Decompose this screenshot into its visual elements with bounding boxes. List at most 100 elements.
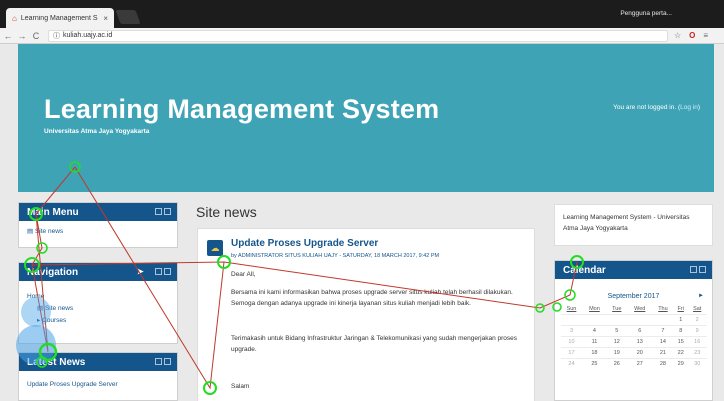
- dock-icon[interactable]: [155, 358, 162, 365]
- calendar-day[interactable]: [627, 314, 653, 326]
- browser-menu-icon[interactable]: ≡: [703, 31, 708, 40]
- calendar-day[interactable]: 15: [673, 336, 688, 348]
- calendar-day[interactable]: 26: [606, 358, 628, 370]
- opera-icon[interactable]: O: [689, 31, 695, 40]
- calendar-day-header: Mon: [589, 306, 600, 312]
- calendar-day[interactable]: [582, 314, 607, 326]
- calendar-day[interactable]: 29: [673, 358, 688, 370]
- calendar-title: Calendar: [563, 264, 606, 276]
- calendar-week: 3456789: [560, 325, 707, 337]
- login-close: ): [697, 104, 700, 111]
- dock-icon[interactable]: [155, 208, 162, 215]
- calendar-day[interactable]: 19: [606, 347, 628, 359]
- post-closing: Salam: [231, 383, 250, 390]
- calendar-day[interactable]: 16: [687, 336, 707, 348]
- login-link[interactable]: Log in: [680, 104, 698, 111]
- browser-profile[interactable]: Pengguna perta...: [620, 10, 672, 17]
- calendar-day[interactable]: [652, 314, 674, 326]
- calendar-day[interactable]: 17: [560, 347, 583, 359]
- calendar-month[interactable]: September 2017: [608, 293, 660, 300]
- calendar-week: 10 11 12 13 14 15 16: [560, 336, 707, 348]
- calendar-day[interactable]: 13: [627, 336, 653, 348]
- calendar-day[interactable]: 23: [687, 347, 707, 359]
- nav-item-site-news[interactable]: Site news: [45, 305, 73, 312]
- latest-news-title: Latest News: [27, 356, 86, 368]
- back-icon[interactable]: ←: [2, 31, 14, 41]
- dock-icon[interactable]: [155, 268, 162, 275]
- calendar-day[interactable]: 21: [652, 347, 674, 359]
- bookmark-star-icon[interactable]: ☆: [674, 31, 681, 40]
- url-field[interactable]: ⓘ kuliah.uajy.ac.id: [48, 29, 668, 42]
- calendar-block: Calendar September 2017 ► Sun Mon Tue Wed Th…: [554, 260, 713, 401]
- post-paragraph: Terimakasih untuk Bidang Infrastruktur J…: [231, 335, 518, 353]
- collapse-icon[interactable]: [699, 266, 706, 273]
- calendar-day[interactable]: 6: [627, 325, 653, 337]
- calendar-day[interactable]: 11: [582, 336, 607, 348]
- latest-news-block: Latest News Update Proses Upgrade Server: [18, 352, 178, 401]
- news-post: ☁ Update Proses Upgrade Server by ADMINI…: [197, 228, 535, 401]
- calendar-week: 17 18 19 20 21 22 23: [560, 347, 707, 359]
- calendar-day-header: Tue: [612, 306, 622, 312]
- calendar-day[interactable]: 28: [652, 358, 674, 370]
- browser-tab[interactable]: ⌂ Learning Management S ×: [6, 8, 114, 28]
- calendar-day-header: Wed: [634, 306, 646, 312]
- site-subtitle: Universitas Atma Jaya Yogyakarta: [44, 128, 150, 135]
- site-news-icon: ▤: [27, 228, 35, 235]
- url-text: kuliah.uajy.ac.id: [63, 32, 113, 39]
- calendar-day[interactable]: 14: [652, 336, 674, 348]
- latest-news-header: Latest News: [19, 353, 177, 371]
- calendar-day[interactable]: 12: [606, 336, 628, 348]
- post-greeting: Dear All,: [231, 271, 256, 278]
- site-news-heading: Site news: [196, 204, 257, 220]
- navigation-title: Navigation: [27, 266, 79, 278]
- navigation-block: Navigation ➤ Home ▤ Site news ▸ Courses: [18, 262, 178, 344]
- main-menu-title: Main Menu: [27, 206, 79, 218]
- collapse-icon[interactable]: [164, 358, 171, 365]
- calendar-day[interactable]: 27: [627, 358, 653, 370]
- calendar-day[interactable]: 18: [582, 347, 607, 359]
- calendar-day[interactable]: [560, 314, 583, 326]
- calendar-day[interactable]: 5: [606, 325, 628, 337]
- next-month-icon[interactable]: ►: [698, 293, 704, 299]
- calendar-grid: Sun Mon Tue Wed Thu Fri Sat 1 2 3 4 5 6 7 8 9 10 11 12 13 1…: [560, 304, 707, 370]
- site-info-block: Learning Management System - Universitas…: [554, 204, 713, 246]
- calendar-day-header: Thu: [658, 306, 668, 312]
- calendar-day[interactable]: 20: [627, 347, 653, 359]
- calendar-day[interactable]: 22: [673, 347, 688, 359]
- calendar-header: Calendar: [555, 261, 712, 279]
- forward-icon[interactable]: →: [16, 31, 28, 41]
- browser-tab-bar: ⌂ Learning Management S × Pengguna perta…: [0, 0, 724, 28]
- calendar-week: 24 25 26 27 28 29 30: [560, 358, 707, 370]
- calendar-day[interactable]: 30: [687, 358, 707, 370]
- calendar-day-header: Sun: [566, 306, 577, 312]
- calendar-day[interactable]: 3: [560, 325, 583, 337]
- calendar-day[interactable]: [606, 314, 628, 326]
- post-paragraph: Bersama ini kami informasikan bahwa pros…: [231, 289, 513, 307]
- collapse-icon[interactable]: [164, 268, 171, 275]
- calendar-day[interactable]: 10: [560, 336, 583, 348]
- calendar-day[interactable]: 9: [687, 325, 707, 337]
- calendar-day[interactable]: 4: [582, 325, 607, 337]
- collapse-icon[interactable]: [164, 208, 171, 215]
- calendar-day[interactable]: 2: [687, 314, 707, 326]
- post-meta: by ADMINISTRATOR SITUS KULIAH UAJY - SAT…: [231, 253, 440, 259]
- latest-news-item[interactable]: Update Proses Upgrade Server: [27, 381, 118, 388]
- main-menu-item-site-news[interactable]: Site news: [35, 228, 63, 235]
- login-text: You are not logged in. (: [613, 104, 681, 111]
- calendar-day[interactable]: 7: [652, 325, 674, 337]
- dock-icon[interactable]: [690, 266, 697, 273]
- calendar-day[interactable]: 8: [673, 325, 688, 337]
- calendar-day[interactable]: 24: [560, 358, 583, 370]
- calendar-day-header: Fri: [677, 306, 684, 312]
- tab-close-icon[interactable]: ×: [103, 14, 108, 23]
- calendar-day[interactable]: 1: [673, 314, 688, 326]
- nav-item-courses[interactable]: Courses: [42, 317, 66, 324]
- new-tab-button[interactable]: [115, 10, 141, 24]
- calendar-day[interactable]: 25: [582, 358, 607, 370]
- post-title[interactable]: Update Proses Upgrade Server: [231, 238, 378, 249]
- info-icon[interactable]: ⓘ: [53, 31, 60, 41]
- calendar-day-header: Sat: [693, 306, 702, 312]
- reload-icon[interactable]: C: [30, 31, 42, 41]
- nav-item-home[interactable]: Home: [27, 291, 169, 303]
- admin-avatar-icon: ☁: [207, 240, 223, 256]
